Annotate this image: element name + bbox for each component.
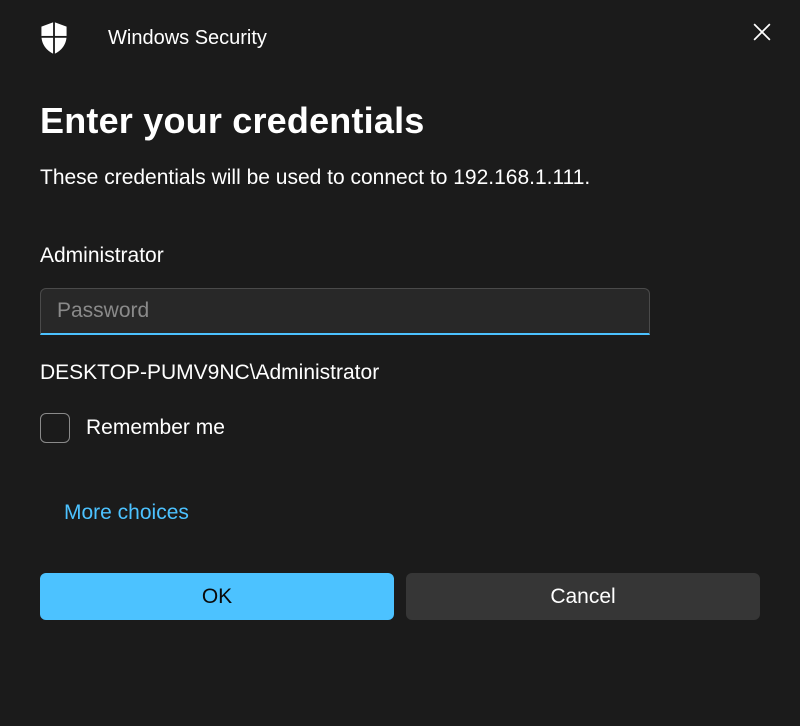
- password-input[interactable]: [40, 288, 650, 335]
- domain-user-text: DESKTOP-PUMV9NC\Administrator: [40, 361, 760, 385]
- username-label: Administrator: [40, 244, 760, 268]
- ok-button[interactable]: OK: [40, 573, 394, 620]
- dialog-title: Windows Security: [108, 27, 267, 50]
- remember-checkbox[interactable]: [40, 413, 70, 443]
- titlebar: Windows Security: [0, 0, 800, 60]
- more-choices-link[interactable]: More choices: [64, 501, 189, 525]
- close-button[interactable]: [746, 16, 778, 48]
- remember-row: Remember me: [40, 413, 760, 443]
- close-icon: [753, 23, 771, 41]
- cancel-button[interactable]: Cancel: [406, 573, 760, 620]
- shield-icon: [40, 22, 68, 54]
- remember-label[interactable]: Remember me: [86, 416, 225, 440]
- page-heading: Enter your credentials: [40, 100, 760, 142]
- dialog-content: Enter your credentials These credentials…: [0, 60, 800, 620]
- button-row: OK Cancel: [40, 573, 760, 620]
- description-text: These credentials will be used to connec…: [40, 166, 760, 190]
